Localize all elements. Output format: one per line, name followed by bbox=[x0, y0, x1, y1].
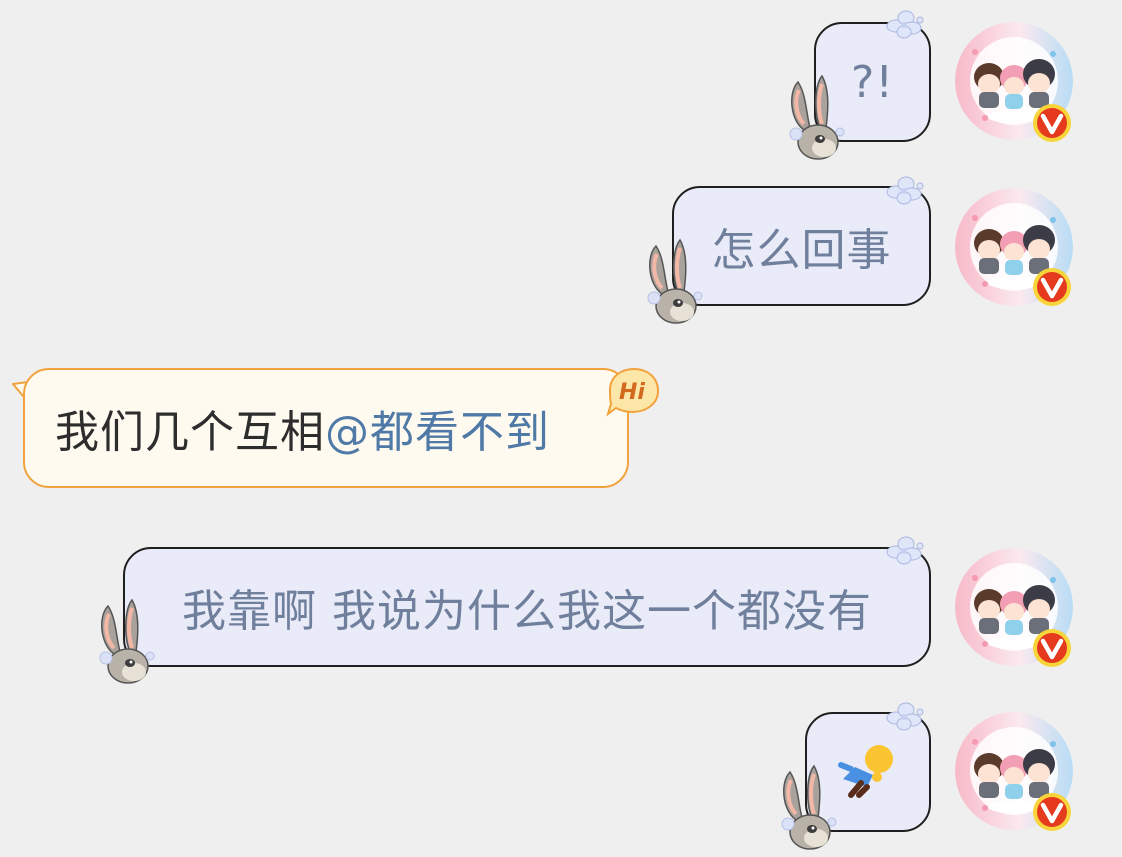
flower-decoration-icon bbox=[886, 176, 924, 205]
hi-sticker-icon: Hi bbox=[602, 366, 662, 418]
message-text: 怎么回事 bbox=[711, 225, 892, 276]
verified-badge-icon bbox=[1032, 792, 1072, 832]
mention-link[interactable]: @都看不到 bbox=[325, 396, 550, 460]
bunny-decoration-icon bbox=[98, 598, 156, 685]
message-bubble-incoming[interactable]: 我们几个互相 @都看不到 bbox=[23, 368, 629, 488]
verified-badge-icon bbox=[1032, 267, 1072, 307]
bunny-decoration-icon bbox=[780, 764, 838, 851]
flower-decoration-icon bbox=[886, 536, 924, 565]
verified-badge-icon bbox=[1032, 628, 1072, 668]
person-lying-down-emoji-icon bbox=[838, 745, 893, 798]
message-text: 我靠啊 我说为什么我这一个都没有 bbox=[182, 586, 872, 637]
message-bubble-outgoing[interactable]: 我靠啊 我说为什么我这一个都没有 bbox=[123, 547, 931, 667]
hi-sticker-label: Hi bbox=[619, 380, 645, 405]
message-text: 我们几个互相 bbox=[55, 407, 325, 458]
bunny-decoration-icon bbox=[788, 74, 846, 161]
message-text: ?! bbox=[851, 56, 894, 108]
bunny-decoration-icon bbox=[646, 238, 704, 325]
flower-decoration-icon bbox=[886, 10, 924, 39]
verified-badge-icon bbox=[1032, 103, 1072, 143]
flower-decoration-icon bbox=[886, 702, 924, 731]
